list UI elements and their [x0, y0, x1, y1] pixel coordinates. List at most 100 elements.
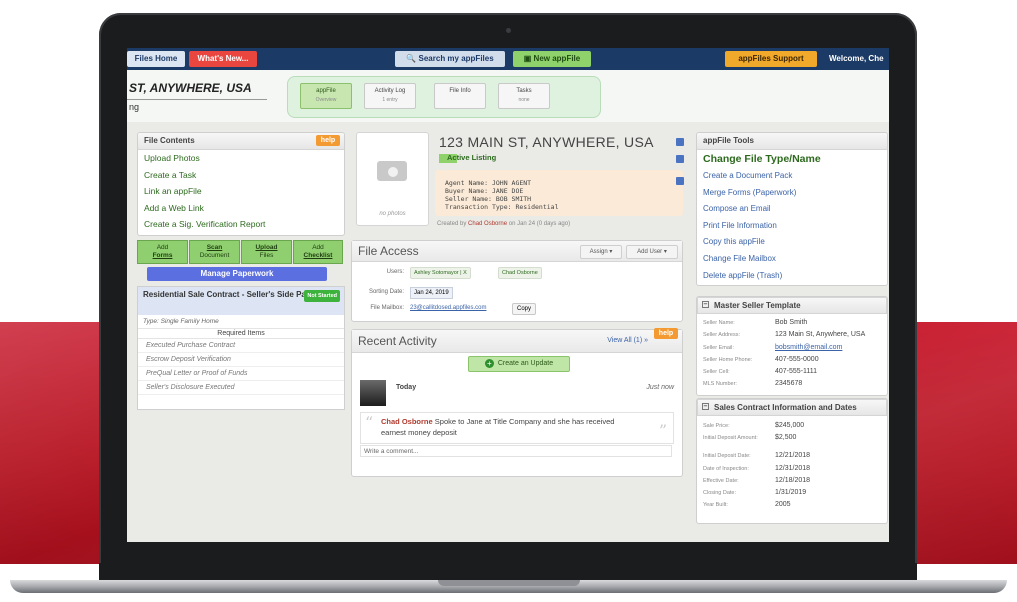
whats-new-button[interactable]: What's New... — [189, 51, 257, 67]
create-update-label: Create an Update — [497, 360, 554, 367]
new-appfile-button[interactable]: ▣ New appFile — [513, 51, 591, 67]
upload-photos-link[interactable]: Upload Photos — [138, 150, 344, 167]
kv-row: Effective Date: 12/18/2018 — [697, 476, 887, 488]
comment-input[interactable]: Write a comment... — [360, 445, 672, 457]
kv-value: Bob Smith — [775, 319, 808, 326]
kv-row: Seller Cell: 407-555-1111 — [697, 367, 887, 379]
kv-row: Initial Deposit Date: 12/21/2018 — [697, 451, 887, 463]
kv-value: 407-555-0000 — [775, 355, 819, 363]
seller-email-link[interactable]: bobsmith@email.com — [775, 344, 842, 351]
checklist-item[interactable]: Executed Purchase Contract — [138, 339, 344, 353]
merge-forms-link[interactable]: Merge Forms (Paperwork) — [697, 185, 887, 202]
search-appfiles-label: Search my appFiles — [418, 54, 494, 63]
delete-appfile-link[interactable]: Delete appFile (Trash) — [697, 268, 887, 285]
user-chip[interactable]: Chad Osborne — [498, 267, 542, 279]
tab-overview[interactable]: appFile Overview — [300, 83, 352, 109]
link-appfile-link[interactable]: Link an appFile — [138, 183, 344, 200]
created-prefix: Created by — [437, 221, 467, 227]
sorting-date-field[interactable]: Jan 24, 2019 — [410, 287, 453, 299]
file-mailbox-link[interactable]: 23@callitdosed.appfiles.com — [410, 305, 486, 311]
kv-row: Seller Name: Bob Smith — [697, 318, 887, 330]
checklist-item[interactable]: Seller's Disclosure Executed — [138, 381, 344, 395]
create-task-link[interactable]: Create a Task — [138, 167, 344, 184]
assign-dropdown[interactable]: Assign ▾ — [580, 245, 622, 259]
created-by-user[interactable]: Chad Osborne — [468, 221, 507, 227]
kv-value: 2345678 — [775, 380, 803, 388]
btn-top: Add — [156, 244, 169, 251]
plus-icon: + — [484, 358, 494, 368]
file-access-header: File Access Assign ▾ Add User ▾ — [352, 241, 682, 262]
kv-key: Year Built: — [703, 502, 728, 509]
add-forms-button[interactable]: Add Forms — [137, 240, 188, 264]
appfiles-support-button[interactable]: appFiles Support — [725, 51, 817, 67]
agent-name: Agent Name: JOHN AGENT — [445, 179, 532, 187]
recent-activity-panel: Recent Activity View All (1) » help + Cre… — [351, 328, 683, 477]
view-all-link[interactable]: View All (1) » — [607, 330, 648, 352]
manage-paperwork-button[interactable]: Manage Paperwork — [147, 267, 327, 281]
created-by-line: Created by Chad Osborne on Jan 24 (0 day… — [437, 221, 570, 227]
copy-mailbox-button[interactable]: Copy — [512, 303, 537, 315]
file-contents-title: File Contents — [144, 136, 195, 145]
kv-key: Seller Email: — [703, 344, 734, 351]
recent-activity-title: Recent Activity — [358, 334, 437, 348]
change-mailbox-link[interactable]: Change File Mailbox — [697, 251, 887, 268]
files-home-button[interactable]: Files Home — [127, 51, 185, 67]
file-contents-panel: File Contents help Upload Photos Create a… — [137, 132, 345, 236]
add-user-dropdown[interactable]: Add User ▾ — [626, 245, 678, 259]
kv-value: 12/18/2018 — [775, 476, 811, 484]
file-access-panel: File Access Assign ▾ Add User ▾ Users: A… — [351, 240, 683, 322]
file-tabs: appFile Overview Activity Log 1 entry File… — [287, 76, 601, 118]
kv-key: Closing Date: — [703, 490, 737, 497]
kv-row: Closing Date: 1/31/2019 — [697, 488, 887, 500]
close-quote-icon: ” — [658, 421, 667, 440]
created-suffix: on Jan 24 (0 days ago) — [508, 221, 571, 227]
copy-appfile-link[interactable]: Copy this appFile — [697, 234, 887, 251]
kv-row: Sale Price: $245,000 — [697, 421, 887, 433]
sales-contract-header[interactable]: Sales Contract Information and Dates — [697, 399, 887, 416]
checklist-header[interactable]: Residential Sale Contract - Seller's Sid… — [138, 287, 344, 315]
kv-key: Seller Name: — [703, 320, 735, 326]
edit-address-icon[interactable] — [676, 138, 684, 146]
avatar — [360, 380, 386, 406]
photo-placeholder[interactable]: no photos — [356, 132, 429, 226]
edit-parties-icon[interactable] — [676, 177, 684, 185]
master-seller-header[interactable]: Master Seller Template — [697, 297, 887, 314]
tab-label: appFile — [316, 88, 336, 94]
create-update-button[interactable]: + Create an Update — [468, 356, 570, 372]
welcome-user[interactable]: Welcome, Che — [823, 51, 889, 67]
add-checklist-button[interactable]: Add Checklist — [293, 240, 343, 264]
upload-files-button[interactable]: Upload Files — [241, 240, 292, 264]
help-button[interactable]: help — [654, 328, 678, 339]
file-mailbox-label: File Mailbox: — [370, 305, 404, 311]
search-appfiles-button[interactable]: 🔍 Search my appFiles — [395, 51, 505, 67]
tab-tasks[interactable]: Tasks none — [498, 83, 550, 109]
help-button[interactable]: help — [316, 135, 340, 146]
kv-key: Sale Price: — [703, 423, 730, 429]
tab-activity-log[interactable]: Activity Log 1 entry — [364, 83, 416, 109]
app-screen: Files Home What's New... 🔍 Search my app… — [127, 48, 889, 542]
change-file-type-link[interactable]: Change File Type/Name — [697, 150, 887, 168]
btn-bottom: Forms — [152, 252, 173, 259]
kv-row: Date of Inspection: 12/31/2018 — [697, 464, 887, 476]
top-navigation-bar: Files Home What's New... 🔍 Search my app… — [127, 48, 889, 70]
print-file-info-link[interactable]: Print File Information — [697, 218, 887, 235]
edit-status-icon[interactable] — [676, 155, 684, 163]
tab-file-info[interactable]: File Info — [434, 83, 486, 109]
user-chip[interactable]: Ashley Sotomayor | X — [410, 267, 471, 279]
create-document-pack-link[interactable]: Create a Document Pack — [697, 168, 887, 185]
laptop-base-notch — [438, 580, 580, 586]
compose-email-link[interactable]: Compose an Email — [697, 201, 887, 218]
kv-row: Seller Home Phone: 407-555-0000 — [697, 355, 887, 367]
new-appfile-label: New appFile — [533, 54, 581, 63]
kv-key: Seller Cell: — [703, 369, 730, 376]
activity-author[interactable]: Chad Osborne — [381, 417, 433, 426]
kv-value: $2,500 — [775, 434, 797, 442]
add-web-link[interactable]: Add a Web Link — [138, 200, 344, 217]
checklist-item[interactable]: Escrow Deposit Verification — [138, 353, 344, 367]
scan-document-button[interactable]: Scan Document — [189, 240, 240, 264]
activity-date: Today — [396, 384, 417, 391]
kv-key: Initial Deposit Amount: — [703, 435, 758, 442]
sig-verification-link[interactable]: Create a Sig. Verification Report — [138, 216, 344, 233]
checklist-item[interactable]: PreQual Letter or Proof of Funds — [138, 367, 344, 381]
sorting-date-label: Sorting Date: — [368, 289, 404, 295]
